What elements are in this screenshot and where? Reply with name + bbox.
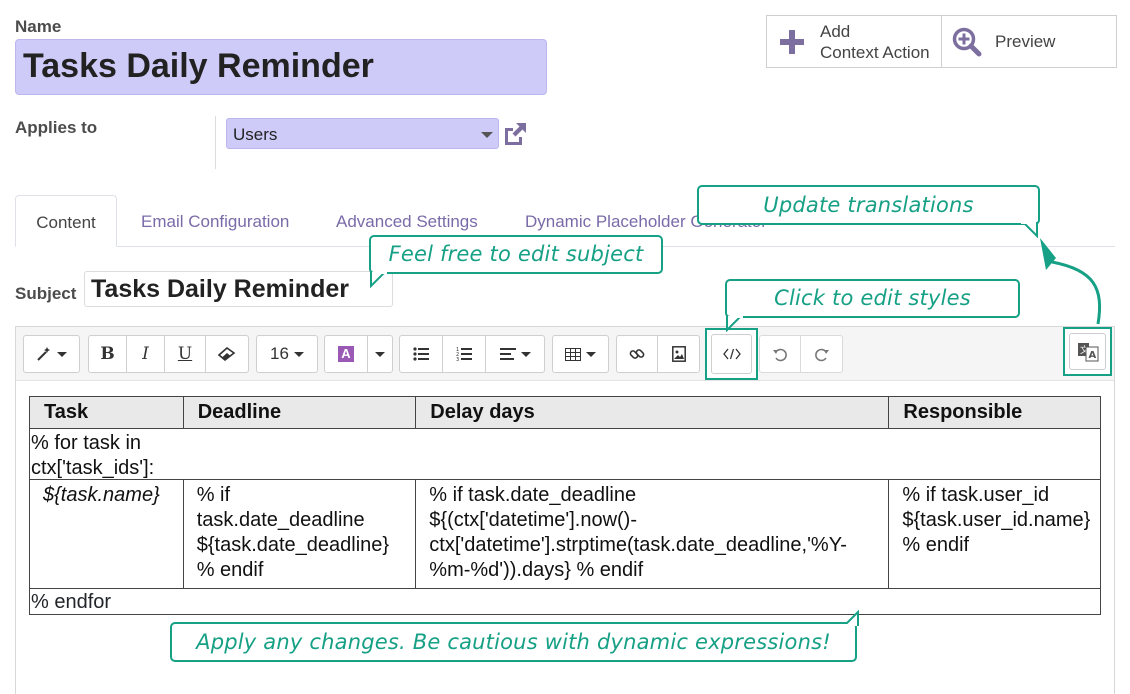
table-group xyxy=(552,335,609,373)
delay-days-cell[interactable]: % if task.date_deadline ${(ctx['datetime… xyxy=(416,480,890,588)
deadline-cell[interactable]: % if task.date_deadline ${task.date_dead… xyxy=(184,480,417,588)
bullet-list-icon[interactable] xyxy=(400,336,443,372)
tooltip-text: Apply any changes. Be cautious with dyna… xyxy=(196,630,831,654)
tab-content[interactable]: Content xyxy=(15,195,117,247)
loop-start-cell[interactable]: % for task in ctx['task_ids']: xyxy=(30,429,1100,479)
zoom-in-icon xyxy=(952,27,982,57)
tooltip-apply-changes: Apply any changes. Be cautious with dyna… xyxy=(170,610,859,662)
style-group xyxy=(23,335,80,373)
external-link-icon[interactable] xyxy=(501,120,529,148)
table-header-row: Task Deadline Delay days Responsible xyxy=(30,397,1100,429)
magic-wand-icon[interactable] xyxy=(24,336,79,372)
image-icon[interactable] xyxy=(658,336,699,372)
svg-text:3: 3 xyxy=(456,357,459,362)
applies-to-select[interactable]: Users xyxy=(226,118,499,149)
font-size-value: 16 xyxy=(270,344,289,363)
chevron-down-icon xyxy=(481,132,493,138)
table-row: ${task.name} % if task.date_deadline ${t… xyxy=(30,480,1100,589)
translate-icon: 文A xyxy=(1069,333,1106,370)
plus-icon xyxy=(777,27,807,57)
subject-label: Subject xyxy=(15,284,77,303)
name-field[interactable]: Tasks Daily Reminder xyxy=(15,39,547,95)
table-header-deadline: Deadline xyxy=(184,397,417,428)
tab-advanced-settings[interactable]: Advanced Settings xyxy=(336,212,478,232)
code-view-icon xyxy=(711,334,752,374)
tooltip-text: Click to edit styles xyxy=(774,286,971,310)
subject-field[interactable]: Tasks Daily Reminder xyxy=(84,271,393,307)
table-header-responsible: Responsible xyxy=(903,401,1023,423)
loop-end-cell[interactable]: % endfor xyxy=(30,589,1100,615)
preview-label: Preview xyxy=(995,32,1056,51)
bold-icon[interactable]: B xyxy=(89,336,127,372)
color-dropdown-icon[interactable] xyxy=(368,336,392,372)
history-group xyxy=(759,335,843,373)
table-header-delay-days: Delay days xyxy=(416,397,890,428)
tooltip-update-translations: Update translations xyxy=(697,185,1040,238)
tooltip-edit-subject: Feel free to edit subject xyxy=(369,235,663,288)
preview-button[interactable]: Preview xyxy=(942,16,1116,67)
tooltip-edit-styles: Click to edit styles xyxy=(725,279,1020,332)
translate-button[interactable]: 文A xyxy=(1063,327,1112,376)
align-icon[interactable] xyxy=(486,336,544,372)
applies-to-value: Users xyxy=(233,125,278,144)
task-name-cell[interactable]: ${task.name} xyxy=(30,480,184,588)
editor-toolbar: B I U 16 A 123 xyxy=(16,327,1114,381)
insert-group xyxy=(616,335,700,373)
add-context-action-button[interactable]: Add Context Action xyxy=(767,16,942,67)
tooltip-text: Feel free to edit subject xyxy=(388,242,644,266)
text-color-icon[interactable]: A xyxy=(325,336,368,372)
eraser-icon[interactable] xyxy=(206,336,248,372)
responsible-cell[interactable]: % if task.user_id ${task.user_id.name} %… xyxy=(889,480,1100,588)
name-label: Name xyxy=(15,17,62,36)
applies-to-label: Applies to xyxy=(15,118,98,137)
svg-text:A: A xyxy=(1088,350,1096,361)
tooltip-text: Update translations xyxy=(763,193,974,217)
numbered-list-icon[interactable]: 123 xyxy=(443,336,486,372)
add-context-line1: Add xyxy=(820,21,851,41)
code-view-button[interactable] xyxy=(705,328,758,380)
tab-email-configuration[interactable]: Email Configuration xyxy=(141,212,289,232)
color-group: A xyxy=(324,335,393,373)
template-table[interactable]: Task Deadline Delay days Responsible % f… xyxy=(29,396,1101,615)
link-icon[interactable] xyxy=(617,336,658,372)
arrow-icon xyxy=(1040,238,1102,325)
font-style-group: B I U xyxy=(88,335,249,373)
table-header-task: Task xyxy=(30,397,184,428)
add-context-line2: Context Action xyxy=(820,42,930,62)
field-divider xyxy=(215,116,216,169)
table-row: % for task in ctx['task_ids']: xyxy=(30,429,1100,480)
smart-button-box: Add Context Action Preview xyxy=(766,15,1117,68)
table-icon[interactable] xyxy=(553,336,608,372)
font-size-group: 16 xyxy=(256,335,318,373)
underline-icon[interactable]: U xyxy=(165,336,206,372)
font-size-dropdown[interactable]: 16 xyxy=(257,336,317,372)
redo-icon[interactable] xyxy=(801,336,842,372)
italic-icon[interactable]: I xyxy=(127,336,165,372)
undo-icon[interactable] xyxy=(760,336,801,372)
paragraph-group: 123 xyxy=(399,335,545,373)
